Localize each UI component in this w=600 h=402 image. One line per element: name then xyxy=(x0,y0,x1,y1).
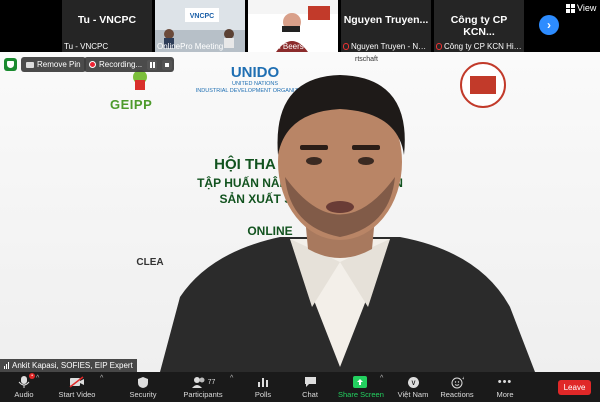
pin-icon xyxy=(26,61,34,68)
mic-icon: • xyxy=(10,373,38,389)
globe-icon: V xyxy=(396,375,430,389)
active-speaker-view: GEIPP UNIDO UNITED NATIONS INDUSTRIAL DE… xyxy=(0,52,600,372)
video-caret-icon[interactable]: ^ xyxy=(100,375,103,382)
gallery-tile-nguyen[interactable]: Nguyen Truyen... Nguyen Truyen - NREC xyxy=(341,0,431,52)
security-button[interactable]: Security xyxy=(126,375,160,399)
language-label: Việt Nam xyxy=(397,390,429,399)
video-off-icon xyxy=(52,375,102,389)
share-caret-icon[interactable]: ^ xyxy=(380,375,383,382)
reactions-label: Reactions xyxy=(440,390,474,399)
zoom-meeting-window: Tu - VNCPC Tu - VNCPC VNCPC OnlinePro Me… xyxy=(0,0,600,402)
tile-name: Nguyen Truyen - NREC xyxy=(343,42,429,51)
more-button[interactable]: ••• More xyxy=(494,375,516,399)
participants-label: Participants xyxy=(183,390,223,399)
gallery-tile-tu[interactable]: Tu - VNCPC Tu - VNCPC xyxy=(62,0,152,52)
grid-icon xyxy=(566,3,575,13)
language-button[interactable]: V Việt Nam xyxy=(396,375,430,399)
tile-name: Dick van Beers xyxy=(250,42,304,51)
gallery-strip: Tu - VNCPC Tu - VNCPC VNCPC OnlinePro Me… xyxy=(0,0,600,52)
gallery-tile-onlinepro[interactable]: VNCPC OnlinePro Meeting xyxy=(155,0,245,52)
svg-text:V: V xyxy=(411,381,415,387)
stop-recording-icon[interactable] xyxy=(162,59,173,70)
speaker-name-caption: Ankit Kapasi, SOFIES, EIP Expert xyxy=(0,359,137,372)
tile-big-name: Tu - VNCPC xyxy=(77,14,137,26)
participants-caret-icon[interactable]: ^ xyxy=(230,375,233,382)
tile-name: OnlinePro Meeting xyxy=(157,42,224,51)
remove-pin-button[interactable]: Remove Pin xyxy=(21,57,86,72)
start-video-button[interactable]: Start Video xyxy=(52,375,102,399)
remove-pin-label: Remove Pin xyxy=(37,60,81,69)
shield-icon xyxy=(126,375,160,389)
gallery-next-button[interactable]: › xyxy=(539,15,559,35)
security-shield-icon[interactable] xyxy=(4,58,17,71)
tile-name: Tu - VNCPC xyxy=(64,42,109,51)
start-video-label: Start Video xyxy=(58,390,96,399)
smile-plus-icon: + xyxy=(440,375,474,389)
record-dot-icon xyxy=(89,61,96,68)
view-label: View xyxy=(577,3,597,13)
pause-recording-icon[interactable] xyxy=(147,59,158,70)
svg-text:VNCPC: VNCPC xyxy=(190,13,215,20)
audio-caret-icon[interactable]: ^ xyxy=(36,375,39,382)
security-label: Security xyxy=(129,390,157,399)
chat-icon xyxy=(298,375,322,389)
gallery-tile-dick[interactable]: Dick van Beers xyxy=(248,0,338,52)
muted-mic-icon xyxy=(343,43,349,50)
more-label: More xyxy=(496,390,514,399)
audio-button[interactable]: • Audio xyxy=(10,373,38,399)
gallery-tile-cong-ty[interactable]: Công ty CP KCN... Công ty CP KCN Hiệp... xyxy=(434,0,524,52)
meeting-toolbar: • Audio ^ Start Video ^ Security 77 Part… xyxy=(0,372,600,402)
slide-partial-text: rtschaft xyxy=(355,56,378,63)
audio-label: Audio xyxy=(14,390,34,399)
muted-mic-icon xyxy=(436,43,442,50)
participants-icon: 77 xyxy=(182,375,224,389)
speaker-video xyxy=(160,75,535,372)
chat-button[interactable]: Chat xyxy=(298,375,322,399)
share-screen-icon xyxy=(338,375,382,389)
tile-big-name: Công ty CP KCN... xyxy=(450,14,508,38)
participants-button[interactable]: 77 Participants xyxy=(182,375,224,399)
view-button[interactable]: View xyxy=(566,3,596,13)
chat-label: Chat xyxy=(302,390,318,399)
participants-count: 77 xyxy=(207,378,216,386)
signal-icon xyxy=(4,362,9,369)
tile-name-text: Công ty CP KCN Hiệp... xyxy=(444,42,522,51)
recording-indicator: Recording... xyxy=(84,57,175,72)
svg-text:+: + xyxy=(462,376,464,382)
tile-big-name: Nguyen Truyen... xyxy=(343,14,429,26)
tile-name: Công ty CP KCN Hiệp... xyxy=(436,42,522,51)
reactions-button[interactable]: + Reactions xyxy=(440,375,474,400)
speaker-name: Ankit Kapasi, SOFIES, EIP Expert xyxy=(12,361,133,370)
recording-label: Recording... xyxy=(99,60,143,69)
more-dots-icon: ••• xyxy=(497,376,513,388)
leave-button[interactable]: Leave xyxy=(558,380,591,395)
polls-button[interactable]: Polls xyxy=(252,375,274,399)
share-screen-button[interactable]: Share Screen xyxy=(338,375,384,399)
polls-label: Polls xyxy=(254,390,272,399)
tile-name-text: Nguyen Truyen - NREC xyxy=(351,42,429,51)
share-screen-label: Share Screen xyxy=(338,390,384,399)
polls-icon xyxy=(252,375,274,389)
